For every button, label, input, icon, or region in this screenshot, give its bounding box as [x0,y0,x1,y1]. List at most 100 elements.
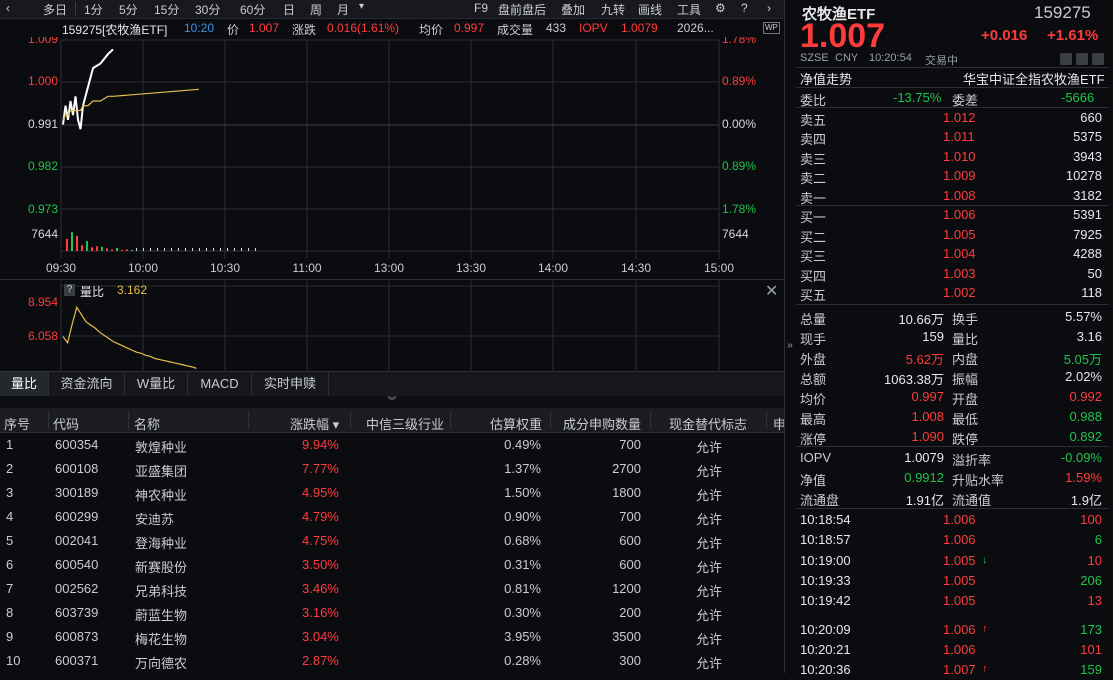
x-axis-label: 13:00 [374,261,404,275]
col-header-no[interactable]: 序号 [4,414,30,433]
tools-button[interactable]: 工具 [677,1,701,18]
toolbar-left-arrow[interactable]: ‹ [6,1,10,15]
chevron-down-icon[interactable]: ︾ [387,396,396,406]
bid-label: 买五 [800,288,827,304]
bid-volume: 118 [1081,285,1102,301]
col-header-code[interactable]: 代码 [53,414,79,433]
stock-name: 神农种业 [135,488,188,503]
period-1min[interactable]: 1分 [84,1,103,18]
creation-qty: 600 [619,557,641,572]
tab-w-volume-ratio[interactable]: W量比 [125,372,188,396]
table-row[interactable]: 2 600108 亚盛集团 7.77% 1.37% 2700 允许 [0,457,784,481]
table-row[interactable]: 4 600299 安迪苏 4.79% 0.90% 700 允许 [0,505,784,529]
y-axis-label: 7644 [31,227,58,241]
stat-row: 总额 1063.38万 振幅 2.02% [800,367,1104,387]
indicator-help-icon[interactable]: ? [64,284,75,296]
tab-macd[interactable]: MACD [188,372,252,396]
f9-button[interactable]: F9 [474,1,488,15]
bid-level-row[interactable]: 买一 1.006 5391 [800,205,1104,225]
table-row[interactable]: 10 600371 万向德农 2.87% 0.28% 300 允许 [0,649,784,673]
period-day[interactable]: 日 [283,1,295,18]
tick-time: 10:19:00 [800,553,851,568]
stock-code: 002041 [55,533,99,548]
stat-label: 均价 [800,392,827,407]
table-row[interactable]: 8 603739 蔚蓝生物 3.16% 0.30% 200 允许 [0,601,784,625]
ask-level-row[interactable]: 卖四 1.011 5375 [800,127,1104,147]
ask-level-row[interactable]: 卖五 1.012 660 [800,108,1104,128]
tick-volume: 6 [1094,532,1102,547]
period-5min[interactable]: 5分 [119,1,138,18]
ask-level-row[interactable]: 卖一 1.008 3182 [800,186,1104,206]
col-header-creation-qty[interactable]: 成分申购数量 [563,414,641,433]
overlay-button[interactable]: 叠加 [561,1,585,18]
weight: 0.28% [504,653,541,668]
change-pct: 7.77% [302,461,339,476]
table-row[interactable]: 3 300189 神农种业 4.95% 1.50% 1800 允许 [0,481,784,505]
tick-price: 1.006 [943,642,976,657]
col-header-change-pct[interactable]: 涨跌幅 ▾ [290,414,339,433]
row-index: 8 [6,605,14,620]
bell-icon[interactable] [1076,53,1088,65]
volume-bar [185,248,186,251]
intraday-chart[interactable]: 1.009 1.78% 1.000 0.89% 0.991 0.00% 0.982 0.89%… [0,37,784,277]
period-60min[interactable]: 60分 [240,1,265,18]
wp-icon[interactable]: WP [763,22,780,34]
table-row[interactable]: 1 600354 敦煌种业 9.94% 0.49% 700 允许 [0,433,784,457]
stat-label: 升贴水率 [952,473,1005,488]
bid-level-row[interactable]: 买三 1.004 4288 [800,244,1104,264]
stock-code: 600540 [55,557,99,572]
col-header-name[interactable]: 名称 [134,414,160,433]
table-row[interactable]: 5 002041 登海种业 4.75% 0.68% 600 允许 [0,529,784,553]
draw-line-button[interactable]: 画线 [638,1,662,18]
stock-name: 敦煌种业 [135,440,188,455]
toolbar-right-arrow[interactable]: › [767,1,771,15]
period-multi-day[interactable]: 多日 [43,1,67,18]
stock-name: 蔚蓝生物 [135,608,188,623]
stat-label: 外盘 [800,352,827,367]
collapse-panel-icon[interactable]: » [784,340,796,360]
price-change-pct: +1.61% [1047,27,1099,44]
expand-panel-handle[interactable]: ︾ [0,396,784,407]
change-pct: 9.94% [302,437,339,452]
period-30min[interactable]: 30分 [195,1,220,18]
col-header-cash-sub-flag[interactable]: 现金替代标志 [669,414,747,433]
creation-qty: 3500 [612,629,641,644]
close-icon[interactable]: ✕ [765,281,778,301]
bid-level-row[interactable]: 买五 1.002 118 [800,283,1104,303]
tick-price: 1.005 [943,553,976,568]
volume-bar [116,247,118,251]
ask-price: 1.012 [943,110,976,125]
stat-value: 0.9912 [904,470,944,485]
pre-post-market-button[interactable]: 盘前盘后 [498,1,546,18]
period-15min[interactable]: 15分 [154,1,179,18]
help-icon[interactable]: ? [741,1,748,15]
change-pct: 4.95% [302,485,339,500]
table-row[interactable]: 6 600540 新赛股份 3.50% 0.31% 600 允许 [0,553,784,577]
bid-level-row[interactable]: 买四 1.003 50 [800,264,1104,284]
volume-bar [101,246,103,251]
table-row[interactable]: 9 600873 梅花生物 3.04% 3.95% 3500 允许 [0,625,784,649]
tab-volume-ratio[interactable]: 量比 [0,372,49,396]
gear-icon[interactable]: ⚙ [715,1,726,15]
nine-turn-button[interactable]: 九转 [601,1,625,18]
nav-trend-link[interactable]: 净值走势 [800,69,852,88]
cash-sub-flag: 允许 [696,488,723,503]
volume-bar [192,248,193,251]
ask-level-row[interactable]: 卖三 1.010 3943 [800,147,1104,167]
tab-fund-flow[interactable]: 资金流向 [49,372,125,396]
period-week[interactable]: 周 [310,1,322,18]
bid-level-row[interactable]: 买二 1.005 7925 [800,225,1104,245]
creation-qty: 700 [619,437,641,452]
col-header-industry[interactable]: 中信三级行业 [366,414,444,433]
price-label: 价 [227,23,240,37]
tab-realtime-creation[interactable]: 实时申赎 [252,372,329,396]
col-header-weight[interactable]: 估算权重 [490,414,542,433]
indicator-title: 量比 [80,285,105,299]
table-row[interactable]: 7 002562 兄弟科技 3.46% 0.81% 1200 允许 [0,577,784,601]
period-month[interactable]: 月 [337,1,349,18]
ask-level-row[interactable]: 卖二 1.009 10278 [800,166,1104,186]
volume-bar [136,248,137,251]
month-dropdown-icon[interactable]: ▾ [359,1,364,12]
edit-icon[interactable] [1060,53,1072,65]
more-icon[interactable] [1092,53,1104,65]
